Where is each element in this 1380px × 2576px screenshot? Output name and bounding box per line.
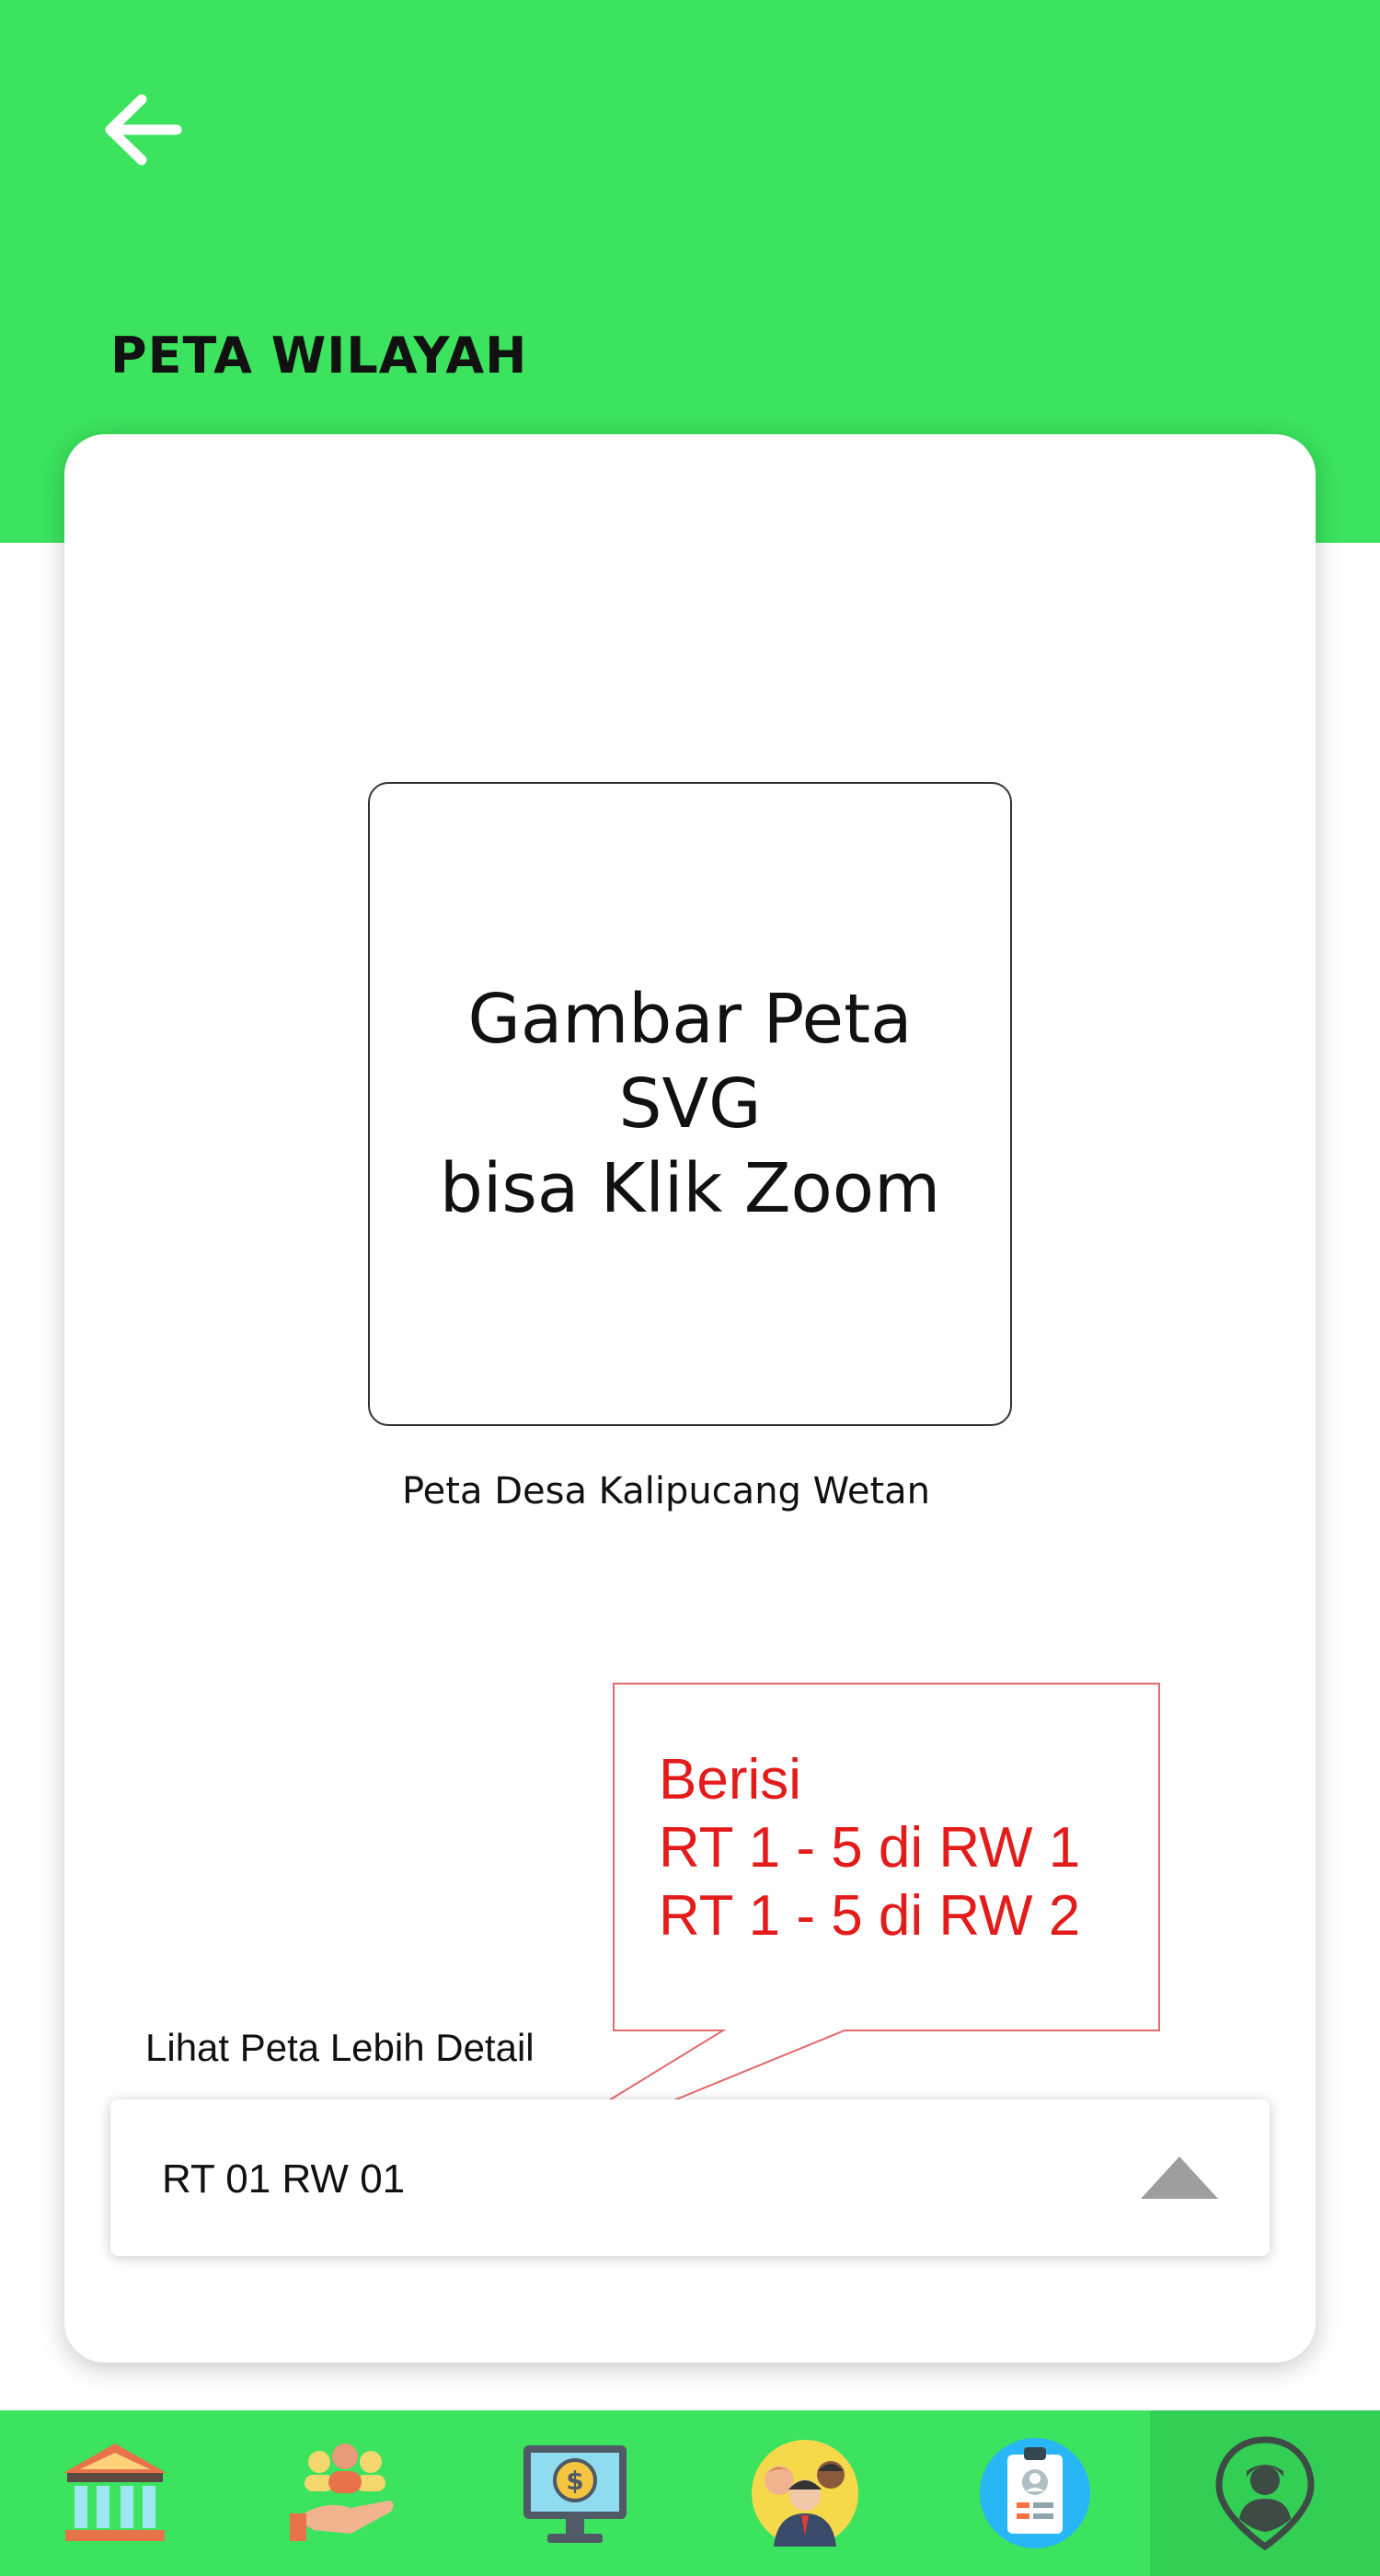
annotation-text: Berisi RT 1 - 5 di RW 1 RT 1 - 5 di RW 2 (659, 1748, 1081, 1948)
back-button[interactable] (99, 88, 188, 171)
triangle-up-icon (1141, 2156, 1218, 2199)
nav-item-government[interactable] (0, 2410, 230, 2576)
finance-monitor-icon: $ (523, 2445, 627, 2543)
location-person-icon (1215, 2436, 1315, 2551)
nav-item-finance[interactable]: $ (460, 2410, 690, 2576)
detail-label: Lihat Peta Lebih Detail (145, 2026, 535, 2069)
map-caption: Peta Desa Kalipucang Wetan (401, 1470, 931, 1512)
map-placeholder-text: Gambar Peta SVG bisa Klik Zoom (439, 980, 941, 1228)
select-value: RT 01 RW 01 (162, 2156, 406, 2202)
page-title: PETA WILAYAH (110, 327, 528, 385)
arrow-left-icon (105, 94, 182, 166)
nav-item-people[interactable] (690, 2410, 920, 2576)
community-hand-icon (290, 2444, 394, 2541)
id-card-icon (980, 2438, 1090, 2548)
government-building-icon (63, 2444, 167, 2541)
nav-item-location[interactable] (1150, 2410, 1380, 2576)
svg-text:$: $ (566, 2466, 583, 2496)
bottom-nav: $ (0, 2410, 1380, 2576)
map-image[interactable]: Gambar Peta SVG bisa Klik Zoom (368, 782, 1012, 1426)
people-group-icon (752, 2440, 858, 2547)
rt-rw-select[interactable]: RT 01 RW 01 (110, 2099, 1270, 2256)
nav-item-community[interactable] (230, 2410, 460, 2576)
nav-item-id-card[interactable] (920, 2410, 1150, 2576)
